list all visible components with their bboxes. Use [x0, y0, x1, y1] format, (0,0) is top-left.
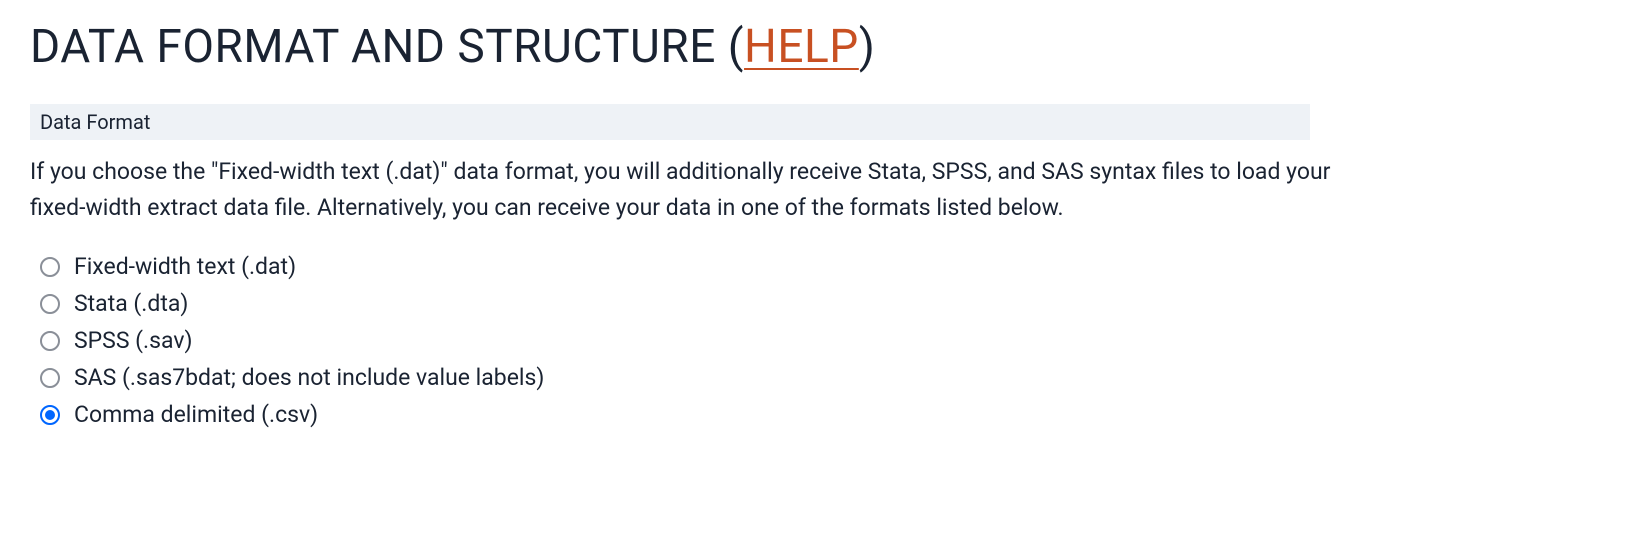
radio-input-sas[interactable]	[40, 368, 60, 388]
page-title: DATA FORMAT AND STRUCTURE (HELP)	[30, 20, 1614, 74]
radio-label-spss[interactable]: SPSS (.sav)	[74, 327, 192, 354]
radio-label-stata[interactable]: Stata (.dta)	[74, 290, 188, 317]
section-header: Data Format	[30, 104, 1310, 140]
radio-option-fixed-width: Fixed-width text (.dat)	[40, 253, 1614, 280]
radio-input-csv[interactable]	[40, 405, 60, 425]
radio-option-spss: SPSS (.sav)	[40, 327, 1614, 354]
radio-label-sas[interactable]: SAS (.sas7bdat; does not include value l…	[74, 364, 544, 391]
radio-label-fixed-width[interactable]: Fixed-width text (.dat)	[74, 253, 296, 280]
radio-option-csv: Comma delimited (.csv)	[40, 401, 1614, 428]
title-prefix: DATA FORMAT AND STRUCTURE (	[30, 20, 744, 74]
radio-input-spss[interactable]	[40, 331, 60, 351]
radio-input-stata[interactable]	[40, 294, 60, 314]
radio-label-csv[interactable]: Comma delimited (.csv)	[74, 401, 318, 428]
help-link[interactable]: HELP	[744, 20, 859, 74]
title-suffix: )	[859, 20, 876, 74]
section-description: If you choose the "Fixed-width text (.da…	[30, 154, 1370, 225]
radio-option-sas: SAS (.sas7bdat; does not include value l…	[40, 364, 1614, 391]
radio-input-fixed-width[interactable]	[40, 257, 60, 277]
radio-option-stata: Stata (.dta)	[40, 290, 1614, 317]
data-format-options: Fixed-width text (.dat) Stata (.dta) SPS…	[40, 253, 1614, 428]
